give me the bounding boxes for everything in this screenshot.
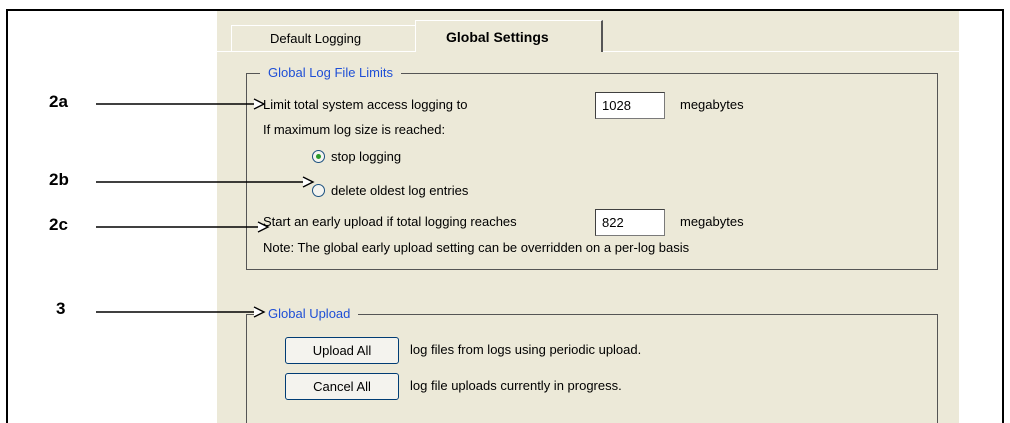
callout-leader-lines bbox=[96, 98, 315, 318]
leader-arrowhead-2a bbox=[253, 98, 266, 110]
tab-global-settings[interactable]: Global Settings bbox=[415, 20, 603, 52]
leader-arrowhead-2c bbox=[257, 221, 270, 233]
leader-arrowhead-2b bbox=[302, 176, 315, 188]
leader-arrowhead-3 bbox=[253, 306, 266, 318]
